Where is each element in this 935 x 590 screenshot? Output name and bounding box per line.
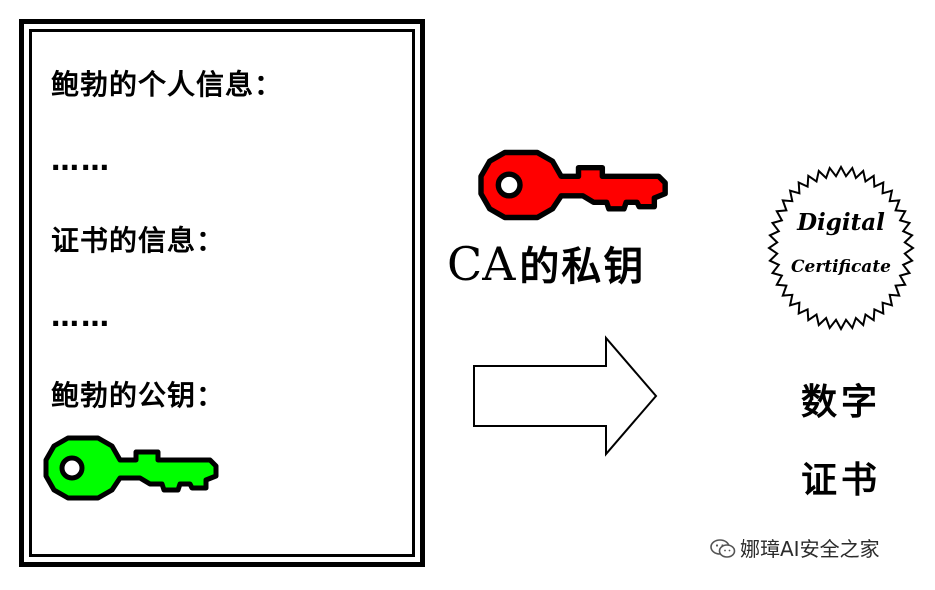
personal-info-value: ……	[51, 144, 111, 177]
wechat-icon	[710, 539, 736, 558]
ca-abbr: CA	[447, 237, 516, 291]
certificate-seal-icon: Digital Certificate	[767, 164, 915, 332]
digital-certificate-line-2: 证书	[800, 460, 881, 501]
public-key-label: 鲍勃的公钥：	[51, 379, 226, 412]
private-key-icon	[478, 149, 668, 221]
arrow-right-icon	[473, 335, 658, 457]
ca-private-key-text: 的私钥	[519, 244, 646, 290]
ca-private-key-caption: CA 的私钥	[447, 236, 645, 295]
seal-line-1: Digital	[796, 209, 885, 236]
personal-info-label: 鲍勃的个人信息：	[51, 68, 284, 101]
digital-certificate-line-1: 数字	[800, 382, 881, 423]
seal-starburst	[767, 164, 915, 332]
public-key-hole	[59, 455, 85, 481]
public-key-icon	[43, 435, 219, 501]
private-key-hole	[495, 171, 523, 199]
seal-line-2: Certificate	[791, 257, 891, 277]
cert-info-label: 证书的信息：	[51, 224, 226, 257]
digital-certificate-label: 数字 证书	[786, 364, 896, 520]
watermark: 娜璋AI安全之家	[710, 536, 880, 562]
cert-info-value: ……	[51, 300, 111, 333]
watermark-text: 娜璋AI安全之家	[740, 537, 880, 561]
